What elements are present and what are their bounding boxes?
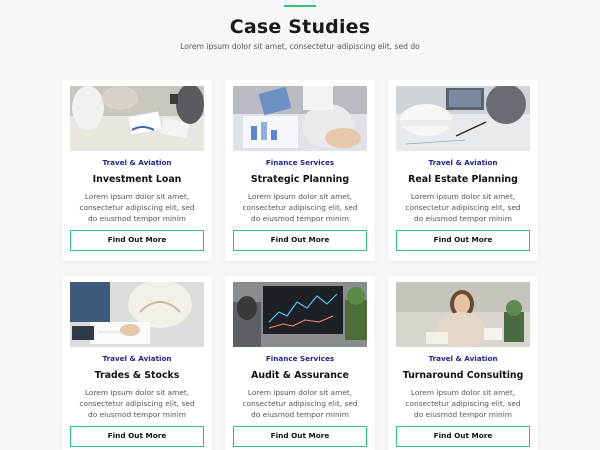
card-category: Travel & Aviation	[428, 158, 498, 167]
card-category: Travel & Aviation	[102, 158, 172, 167]
card-category: Finance Services	[265, 158, 335, 167]
find-out-more-button[interactable]: Find Out More	[233, 230, 367, 251]
card-category: Travel & Aviation	[428, 354, 498, 363]
card-description: Lorem ipsum dolor sit amet, consectetur …	[242, 192, 358, 223]
find-out-more-button[interactable]: Find Out More	[396, 230, 530, 251]
case-study-card: Travel & Aviation Investment Loan Lorem …	[62, 80, 212, 261]
card-title: Investment Loan	[92, 174, 182, 185]
card-title: Trades & Stocks	[94, 370, 180, 381]
find-out-more-button[interactable]: Find Out More	[70, 230, 204, 251]
card-title: Real Estate Planning	[408, 174, 518, 185]
card-description: Lorem ipsum dolor sit amet, consectetur …	[405, 388, 521, 419]
find-out-more-button[interactable]: Find Out More	[396, 426, 530, 447]
card-description: Lorem ipsum dolor sit amet, consectetur …	[79, 192, 195, 223]
case-study-card: Travel & Aviation Real Estate Planning L…	[388, 80, 538, 261]
card-category: Travel & Aviation	[102, 354, 172, 363]
find-out-more-button[interactable]: Find Out More	[233, 426, 367, 447]
case-study-card: Finance Services Audit & Assurance Lorem…	[225, 276, 375, 450]
trading-screen-photo	[233, 282, 367, 347]
card-category: Finance Services	[265, 354, 335, 363]
case-studies-grid: Travel & Aviation Investment Loan Lorem …	[0, 0, 600, 450]
card-description: Lorem ipsum dolor sit amet, consectetur …	[242, 388, 358, 419]
case-study-card: Travel & Aviation Trades & Stocks Lorem …	[62, 276, 212, 450]
case-study-card: Finance Services Strategic Planning Lore…	[225, 80, 375, 261]
case-study-card: Travel & Aviation Turnaround Consulting …	[388, 276, 538, 450]
card-title: Audit & Assurance	[251, 370, 349, 381]
blueprint-helmet-photo	[396, 86, 530, 151]
card-title: Strategic Planning	[250, 174, 350, 185]
card-description: Lorem ipsum dolor sit amet, consectetur …	[79, 388, 195, 419]
card-title: Turnaround Consulting	[402, 370, 524, 381]
office-meeting-photo	[70, 86, 204, 151]
charts-review-photo	[233, 86, 367, 151]
signing-document-photo	[70, 282, 204, 347]
card-description: Lorem ipsum dolor sit amet, consectetur …	[405, 192, 521, 223]
find-out-more-button[interactable]: Find Out More	[70, 426, 204, 447]
woman-with-tea-photo	[396, 282, 530, 347]
